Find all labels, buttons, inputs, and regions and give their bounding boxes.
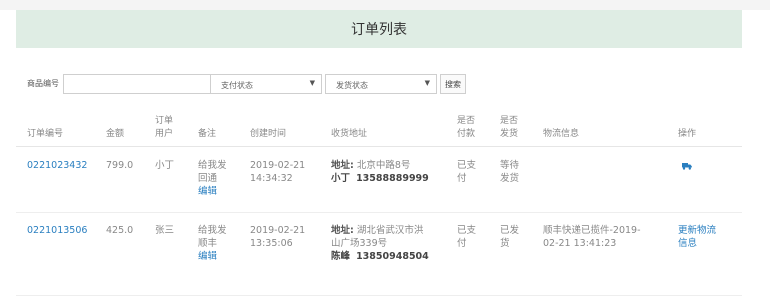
note-line2: 顺丰 (198, 238, 218, 249)
col-amount: 金额 (106, 129, 125, 139)
col-paid-line1: 是否 (457, 116, 476, 126)
top-band (0, 0, 770, 10)
shipped-line2: 货 (500, 238, 510, 249)
paid-line2: 付 (457, 173, 467, 184)
address-text: 湖北省武汉市洪 (356, 225, 424, 236)
recipient-name: 陈峰 (331, 251, 351, 262)
col-actions: 操作 (678, 129, 697, 139)
recipient-phone: 13850948504 (356, 251, 429, 262)
shipped-line1: 等待 (500, 160, 520, 171)
recipient-phone: 13588889999 (356, 173, 429, 184)
created-time: 13:35:06 (250, 238, 293, 249)
dropdown-arrow-icon: ▼ (309, 79, 315, 87)
note-line1: 给我发 (198, 225, 227, 236)
order-panel: 商品编号 支付状态 ▼ 发货状态 ▼ 搜索 订单编号 金额 订单 用户 备注 创… (16, 48, 742, 296)
paid-line1: 已支 (457, 160, 477, 171)
edit-note-link[interactable]: 编辑 (198, 185, 217, 198)
product-code-label: 商品编号 (27, 79, 59, 88)
dropdown-arrow-icon: ▼ (424, 79, 430, 87)
col-paid-line2: 付款 (457, 129, 476, 139)
pay-status-select[interactable]: 支付状态 ▼ (210, 74, 322, 94)
order-no-link[interactable]: 0221013506 (27, 224, 87, 237)
paid-line2: 付 (457, 238, 467, 249)
truck-icon[interactable] (682, 162, 692, 170)
address-label: 地址: (331, 225, 354, 236)
recipient: 陈峰 13850948504 (331, 250, 429, 263)
update-logistics-link-line2[interactable]: 信息 (678, 237, 697, 250)
filter-bar: 商品编号 支付状态 ▼ 发货状态 ▼ 搜索 (16, 74, 742, 94)
search-button[interactable]: 搜索 (440, 74, 466, 94)
address-label: 地址: (331, 160, 354, 171)
table-row: 0221023432 799.0 小丁 给我发 回通 编辑 2019-02-21… (16, 147, 742, 213)
col-address: 收货地址 (331, 129, 368, 139)
page-header: 订单列表 (16, 10, 742, 48)
order-user: 张三 (155, 225, 175, 236)
amount: 799.0 (106, 160, 134, 171)
update-logistics-link-line1[interactable]: 更新物流 (678, 224, 716, 237)
col-shipped-line2: 发货 (500, 129, 519, 139)
page: 订单列表 商品编号 支付状态 ▼ 发货状态 ▼ 搜索 订单编号 金额 订单 用户… (0, 0, 770, 296)
created-date: 2019-02-21 (250, 225, 306, 236)
paid-line1: 已支 (457, 225, 477, 236)
col-order-no: 订单编号 (27, 129, 64, 139)
order-user: 小丁 (155, 160, 175, 171)
shipped-line1: 已发 (500, 225, 520, 236)
created-date: 2019-02-21 (250, 160, 306, 171)
address-line2: 山广场339号 (331, 238, 388, 249)
col-user-line2: 用户 (155, 129, 174, 139)
col-user-line1: 订单 (155, 116, 174, 126)
shipped-line2: 发货 (500, 173, 520, 184)
recipient-name: 小丁 (331, 173, 351, 184)
edit-note-link[interactable]: 编辑 (198, 250, 217, 263)
col-logistics: 物流信息 (543, 129, 580, 139)
page-title: 订单列表 (351, 22, 407, 38)
logistics-line2: 02-21 13:41:23 (543, 238, 617, 249)
address-line1: 地址: 湖北省武汉市洪 (331, 224, 423, 237)
col-shipped-line1: 是否 (500, 116, 519, 126)
col-created: 创建时间 (250, 129, 287, 139)
created-time: 14:34:32 (250, 173, 293, 184)
note-line1: 给我发 (198, 160, 227, 171)
product-code-input[interactable] (63, 74, 221, 94)
ship-status-value: 发货状态 (336, 81, 368, 90)
logistics-line1: 顺丰快递已揽件-2019- (543, 225, 641, 236)
col-note: 备注 (198, 129, 217, 139)
amount: 425.0 (106, 225, 134, 236)
pay-status-value: 支付状态 (221, 81, 253, 90)
order-no-link[interactable]: 0221023432 (27, 159, 87, 172)
ship-status-select[interactable]: 发货状态 ▼ (325, 74, 437, 94)
address-line1: 地址: 北京中路8号 (331, 159, 410, 172)
recipient: 小丁 13588889999 (331, 172, 429, 185)
note-line2: 回通 (198, 173, 218, 184)
table-header: 订单编号 金额 订单 用户 备注 创建时间 收货地址 是否 付款 是否 发货 物… (16, 102, 742, 147)
address-text: 北京中路8号 (356, 160, 411, 171)
table-row: 0221013506 425.0 张三 给我发 顺丰 编辑 2019-02-21… (16, 213, 742, 296)
